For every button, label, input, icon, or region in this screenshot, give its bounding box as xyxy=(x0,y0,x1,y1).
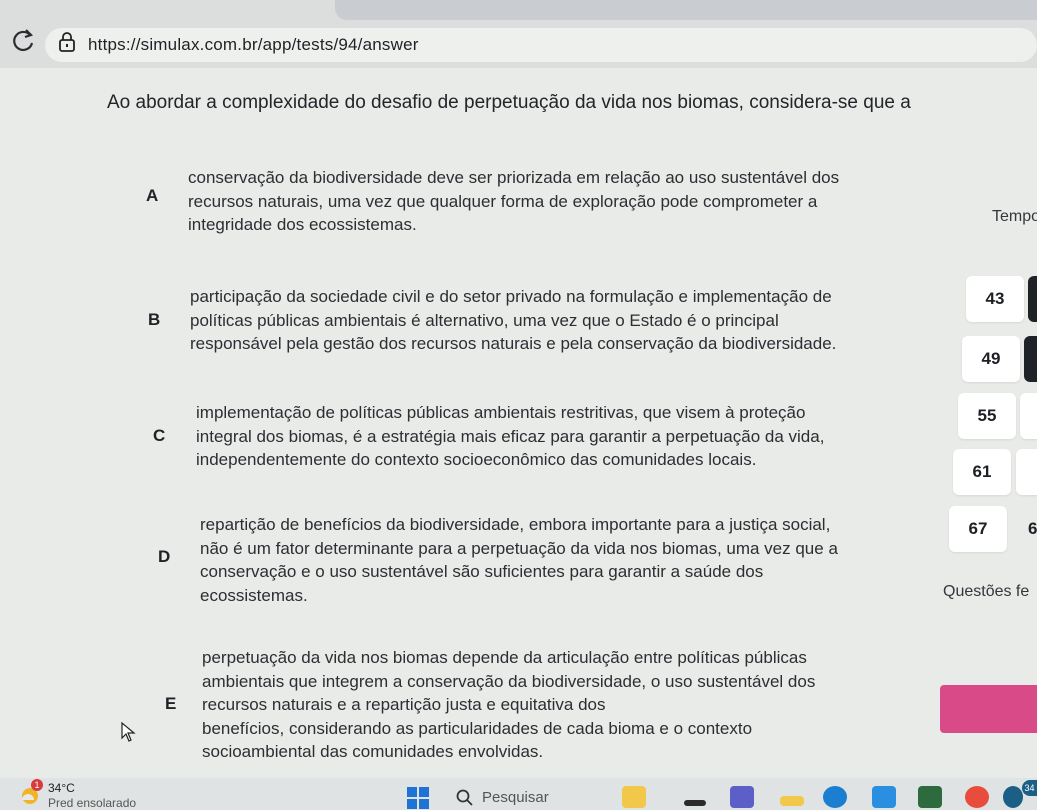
app-icon[interactable] xyxy=(1003,786,1023,808)
teams-icon[interactable] xyxy=(730,786,754,808)
option-text[interactable]: repartição de benefícios da biodiversida… xyxy=(200,513,838,607)
lock-icon[interactable] xyxy=(58,32,76,52)
question-number-button[interactable]: 67 xyxy=(949,506,1007,552)
search-icon[interactable] xyxy=(456,789,474,807)
browser-tab-strip xyxy=(335,0,1037,20)
edge-browser-icon[interactable] xyxy=(823,786,847,808)
file-explorer-icon[interactable] xyxy=(622,786,646,808)
question-number-button-current[interactable] xyxy=(1024,336,1037,382)
option-letter[interactable]: E xyxy=(165,694,176,714)
question-number-button-current[interactable] xyxy=(1028,276,1037,322)
option-letter[interactable]: C xyxy=(153,426,165,446)
mouse-cursor-icon xyxy=(121,722,136,742)
windows-start-icon[interactable] xyxy=(407,787,429,809)
option-letter[interactable]: B xyxy=(148,310,160,330)
option-text[interactable]: conservação da biodiversidade deve ser p… xyxy=(188,166,839,237)
option-letter[interactable]: D xyxy=(158,547,170,567)
notification-badge: 1 xyxy=(31,779,43,791)
option-text[interactable]: implementação de políticas públicas ambi… xyxy=(196,401,824,472)
url-text[interactable]: https://simulax.com.br/app/tests/94/answ… xyxy=(88,35,419,55)
question-number-button[interactable]: 49 xyxy=(962,336,1020,382)
question-text: Ao abordar a complexidade do desafio de … xyxy=(107,92,911,113)
temperature-label[interactable]: 34°C xyxy=(48,781,75,795)
taskbar-badge: 34 xyxy=(1022,780,1037,796)
option-text[interactable]: participação da sociedade civil e do set… xyxy=(190,285,836,356)
question-number-button[interactable]: 55 xyxy=(958,393,1016,439)
weather-description[interactable]: Pred ensolarado xyxy=(48,796,136,810)
taskbar-search[interactable]: Pesquisar xyxy=(482,789,549,806)
question-number-button[interactable]: 61 xyxy=(953,449,1011,495)
option-letter[interactable]: A xyxy=(146,186,158,206)
question-number-partial[interactable]: 6 xyxy=(1028,519,1037,539)
question-number-button[interactable] xyxy=(1020,393,1037,439)
timer-label: Tempo xyxy=(992,208,1037,225)
app-grid-icon[interactable] xyxy=(918,786,942,808)
reload-icon[interactable] xyxy=(8,26,38,56)
option-text[interactable]: perpetuação da vida nos biomas depende d… xyxy=(202,646,815,764)
app-icon[interactable] xyxy=(684,800,706,806)
questoes-label: Questões fe xyxy=(943,583,1030,600)
question-number-button[interactable] xyxy=(1016,449,1037,495)
question-number-button[interactable]: 43 xyxy=(966,276,1024,322)
store-icon[interactable] xyxy=(872,786,896,808)
chrome-icon[interactable] xyxy=(965,786,989,808)
finish-button[interactable] xyxy=(940,685,1037,733)
folder-icon[interactable] xyxy=(780,796,804,806)
